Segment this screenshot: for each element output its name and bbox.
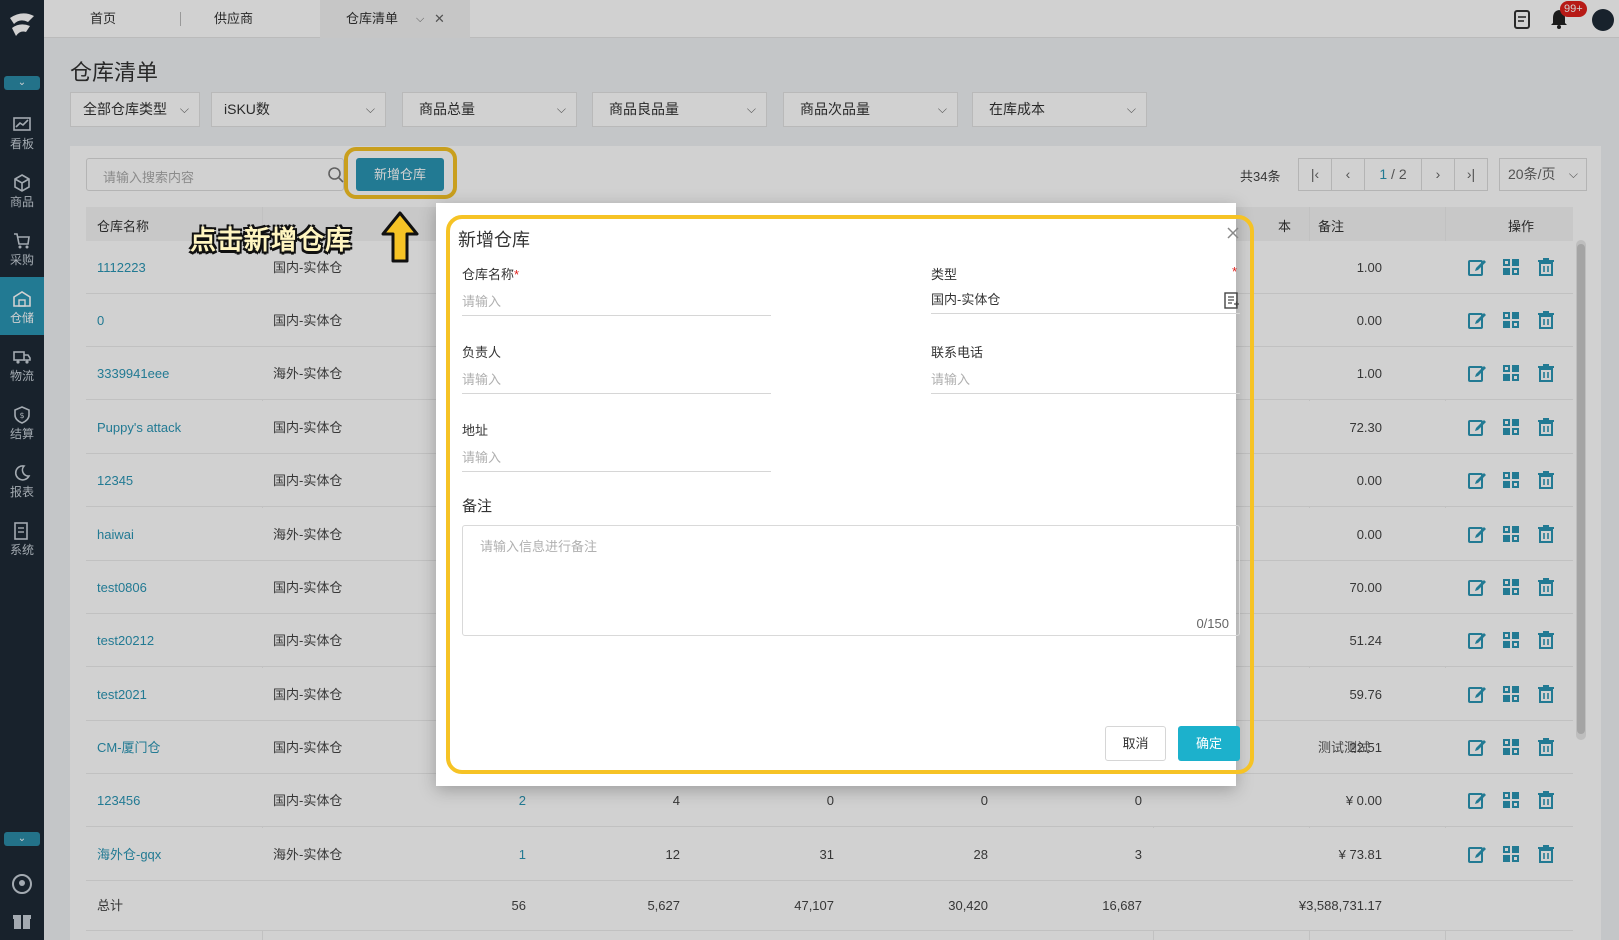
input-placeholder: 请输入 <box>931 372 971 387</box>
list-select-icon <box>1224 292 1239 309</box>
type-label: 类型 <box>931 267 958 282</box>
arrow-up-icon <box>381 211 419 263</box>
required-mark: * <box>1232 264 1238 279</box>
input-placeholder: 请输入 <box>462 450 502 465</box>
note-textarea[interactable]: 请输入信息进行备注 0/150 <box>462 525 1240 636</box>
owner-label: 负责人 <box>462 345 502 360</box>
char-counter: 0/150 <box>1196 616 1229 631</box>
confirm-button[interactable]: 确定 <box>1178 726 1240 761</box>
phone-input[interactable]: 请输入 <box>931 366 1240 394</box>
required-mark: * <box>514 267 520 282</box>
tutorial-annotation: 点击新增仓库 <box>190 225 353 255</box>
label-text: 仓库名称 <box>462 267 515 282</box>
dialog-title: 新增仓库 <box>458 230 530 250</box>
address-input[interactable]: 请输入 <box>462 444 771 472</box>
warehouse-name-input[interactable]: 请输入 <box>462 288 771 316</box>
input-placeholder: 请输入 <box>462 372 502 387</box>
type-select[interactable]: 国内-实体仓 <box>931 286 1240 314</box>
input-placeholder: 请输入 <box>462 294 502 309</box>
close-icon[interactable] <box>1226 226 1240 240</box>
textarea-placeholder: 请输入信息进行备注 <box>480 539 598 554</box>
cancel-button[interactable]: 取消 <box>1105 726 1166 761</box>
warehouse-name-label: 仓库名称* <box>462 264 519 283</box>
owner-input[interactable]: 请输入 <box>462 366 771 394</box>
address-label: 地址 <box>462 423 489 438</box>
phone-label: 联系电话 <box>931 345 984 360</box>
type-value: 国内-实体仓 <box>931 292 1001 307</box>
note-label: 备注 <box>462 498 493 515</box>
